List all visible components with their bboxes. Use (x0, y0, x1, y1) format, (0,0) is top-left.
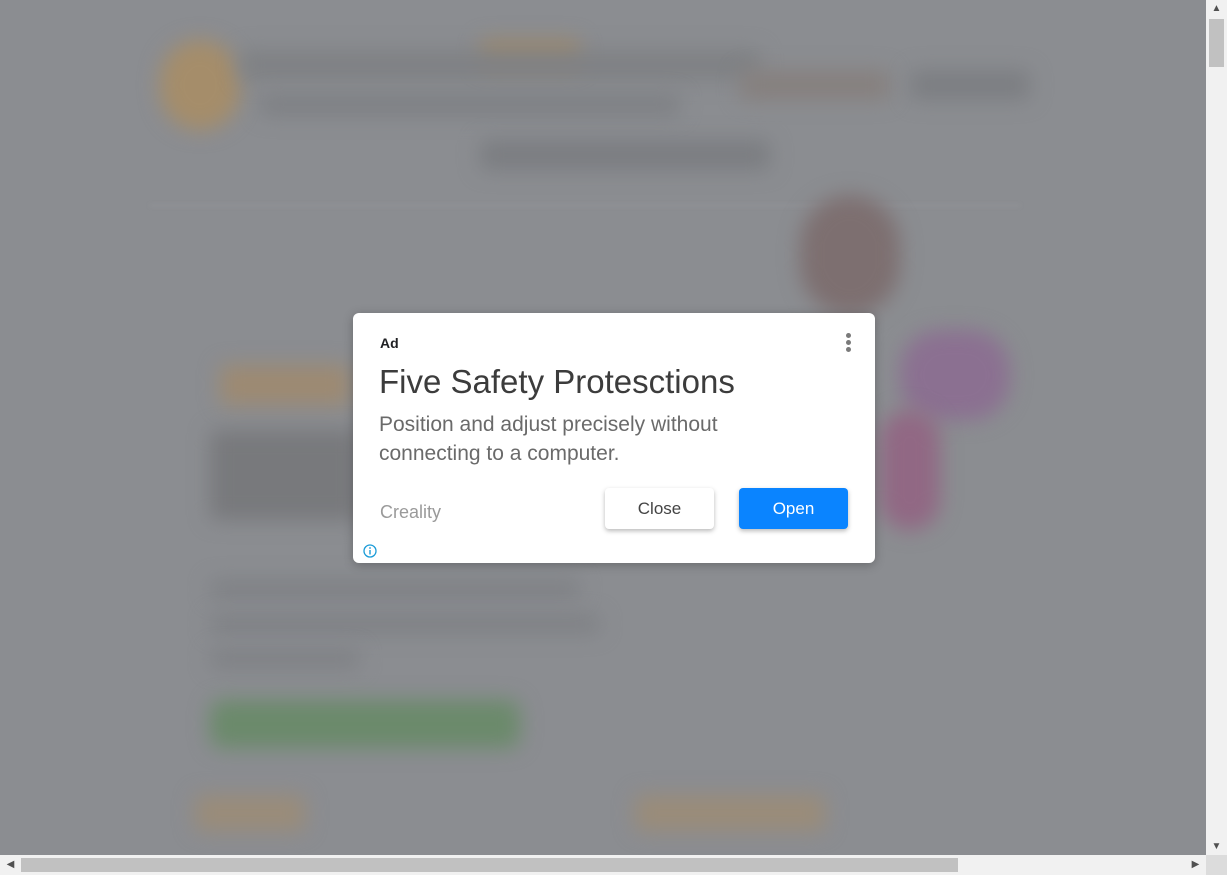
scroll-left-icon[interactable]: ◀ (2, 855, 19, 875)
scroll-right-icon[interactable]: ▶ (1187, 855, 1204, 875)
open-button[interactable]: Open (739, 488, 848, 529)
menu-dot (845, 347, 851, 352)
browser-viewport: Ad Five Safety Protesctions Position and… (0, 0, 1227, 875)
menu-dot (845, 333, 851, 338)
scroll-down-icon[interactable]: ▼ (1206, 838, 1227, 855)
blurred-bottom-heading (635, 795, 825, 831)
vertical-scroll-thumb[interactable] (1209, 19, 1224, 67)
scrollbar-corner (1206, 855, 1227, 875)
blurred-hero-image (900, 330, 1010, 420)
more-vert-icon[interactable] (842, 333, 854, 355)
blurred-header-subtext (260, 95, 680, 115)
ad-title[interactable]: Five Safety Protesctions (379, 363, 735, 401)
blurred-nav-item (740, 70, 890, 100)
scroll-up-icon[interactable]: ▲ (1206, 0, 1227, 17)
blurred-text-line (210, 650, 360, 668)
blurred-text-line (210, 615, 600, 633)
vertical-scrollbar[interactable]: ▲ ▼ (1206, 0, 1227, 855)
blurred-hero-image (880, 410, 940, 530)
info-icon[interactable] (363, 544, 377, 558)
ad-description[interactable]: Position and adjust precisely without co… (379, 410, 819, 468)
horizontal-scroll-thumb[interactable] (21, 858, 958, 872)
blurred-logo (160, 40, 240, 130)
ad-advertiser-name[interactable]: Creality (380, 502, 441, 523)
interstitial-ad-dialog: Ad Five Safety Protesctions Position and… (353, 313, 875, 563)
blurred-bottom-heading (195, 795, 305, 831)
close-button[interactable]: Close (605, 488, 714, 529)
menu-dot (845, 340, 851, 345)
horizontal-scrollbar[interactable]: ◀ ▶ (0, 855, 1206, 875)
blurred-nav-item (910, 70, 1030, 100)
blurred-cta-button (210, 700, 520, 748)
ad-badge: Ad (380, 335, 399, 351)
blurred-heading (220, 365, 350, 405)
blurred-divider (150, 205, 1020, 206)
blurred-heading-block (210, 430, 360, 520)
blurred-hero-image (800, 195, 900, 315)
blurred-text-line (210, 580, 580, 598)
blurred-subheader (480, 140, 770, 170)
blurred-header-text (240, 50, 760, 80)
